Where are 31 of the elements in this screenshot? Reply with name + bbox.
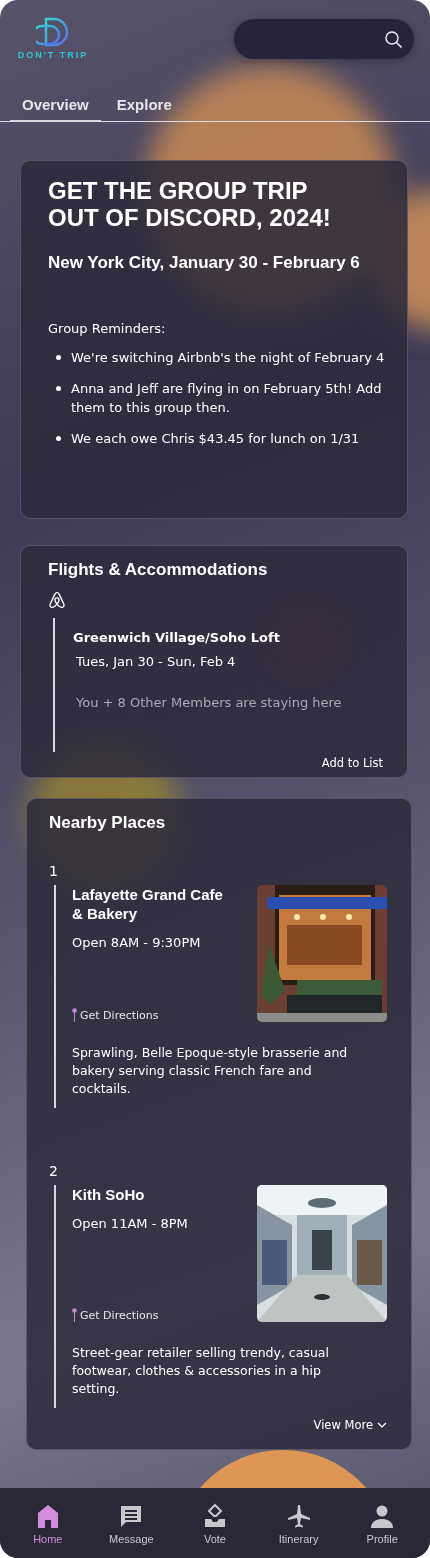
opening-hours: Open 8AM - 9:30PM	[72, 935, 202, 950]
stay-dates: Tues, Jan 30 - Sun, Feb 4	[76, 654, 237, 669]
view-more-button[interactable]: View More	[313, 1418, 387, 1432]
trip-subtitle: New York City, January 30 - February 6	[48, 253, 361, 273]
add-to-list-button[interactable]: Add to List	[321, 756, 383, 770]
place-number: 2	[49, 1163, 59, 1179]
reminder-item: We each owe Chris $43.45 for lunch on 1/31	[71, 430, 360, 448]
logo-text: DON'T TRIP	[17, 50, 89, 60]
place-number: 1	[49, 863, 59, 879]
stay-name: Greenwich Village/Soho Loft	[73, 630, 281, 645]
reminder-item: Anna and Jeff are flying in on February 5th! Add them to this group then.	[71, 380, 383, 417]
section-title: Nearby Places	[49, 813, 167, 833]
directions-link[interactable]: Get Directions	[72, 1008, 159, 1022]
nav-tab[interactable]: Message	[96, 1501, 167, 1545]
place-description: Street-gear retailer selling trendy, casual footwear, clothes & accessories in a hip setting.	[72, 1344, 330, 1398]
directions-link[interactable]: Get Directions	[72, 1308, 159, 1322]
nav-tab[interactable]: Home	[12, 1501, 83, 1545]
tab[interactable]: Explore	[104, 90, 184, 122]
section-title: Flights & Accommodations	[48, 560, 269, 580]
place-name: Lafayette Grand Cafe & Bakery	[72, 885, 224, 923]
place-name: Kith SoHo	[72, 1185, 146, 1204]
trip-title: GET THE GROUP TRIP OUT OF DISCORD, 2024!	[48, 177, 332, 231]
opening-hours: Open 11AM - 8PM	[72, 1216, 189, 1231]
nav-tab[interactable]: Profile	[347, 1501, 418, 1545]
tab[interactable]: Overview	[10, 90, 101, 122]
reminder-item: We're switching Airbnb's the night of February 4	[71, 349, 385, 367]
members-note: You + 8 Other Members are staying here	[76, 695, 343, 710]
reminders-heading: Group Reminders:	[48, 321, 167, 336]
nav-tab[interactable]: Vote	[180, 1501, 250, 1545]
place-description: Sprawling, Belle Epoque-style brasserie and bakery serving classic French fare and cocktails.	[72, 1044, 349, 1098]
nav-tab[interactable]: Itinerary	[263, 1501, 334, 1545]
